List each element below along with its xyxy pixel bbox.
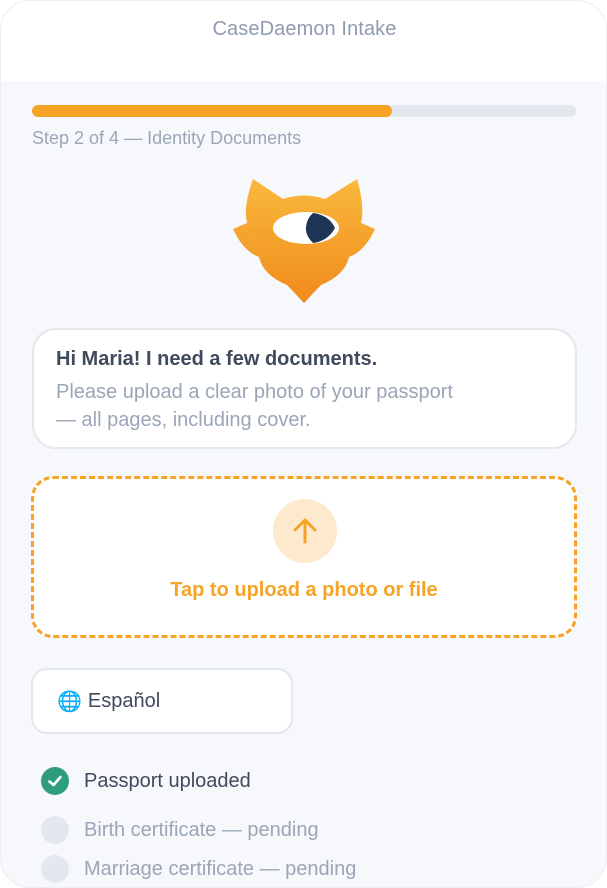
message-title: Hi Maria! I need a few documents. bbox=[56, 348, 378, 370]
language-label: Español bbox=[87, 689, 161, 712]
fox-mascot-icon bbox=[233, 179, 375, 303]
empty-circle-icon bbox=[41, 855, 69, 883]
check-circle-icon bbox=[41, 767, 69, 795]
step-label: Step 2 of 4 — Identity Documents bbox=[32, 128, 302, 148]
empty-circle-icon bbox=[41, 816, 69, 844]
top-bar: CaseDaemon Intake bbox=[1, 1, 606, 81]
message-body: Please upload a clear photo of your pass… bbox=[56, 381, 453, 431]
globe-icon: 🌐 bbox=[57, 690, 82, 713]
checklist-item-label: Passport uploaded bbox=[84, 769, 251, 792]
progress-bar bbox=[32, 105, 576, 117]
language-toggle-button[interactable]: 🌐 Español bbox=[31, 668, 293, 734]
checklist-item: Passport uploaded bbox=[41, 766, 251, 796]
app-title: CaseDaemon Intake bbox=[212, 18, 397, 40]
checklist-item: Marriage certificate — pending bbox=[41, 854, 356, 884]
checklist-item-label: Birth certificate — pending bbox=[84, 818, 319, 841]
checklist-item: Birth certificate — pending bbox=[41, 815, 319, 845]
progress-fill bbox=[32, 105, 393, 117]
assistant-message-bubble: Hi Maria! I need a few documents. Please… bbox=[32, 328, 577, 449]
checklist-item-label: Marriage certificate — pending bbox=[84, 857, 357, 880]
upload-arrow-icon bbox=[273, 499, 337, 563]
upload-label: Tap to upload a photo or file bbox=[170, 579, 438, 601]
intake-screen: CaseDaemon Intake Step 2 of 4 — Identity… bbox=[0, 0, 607, 888]
upload-dropzone[interactable]: Tap to upload a photo or file bbox=[31, 476, 577, 638]
